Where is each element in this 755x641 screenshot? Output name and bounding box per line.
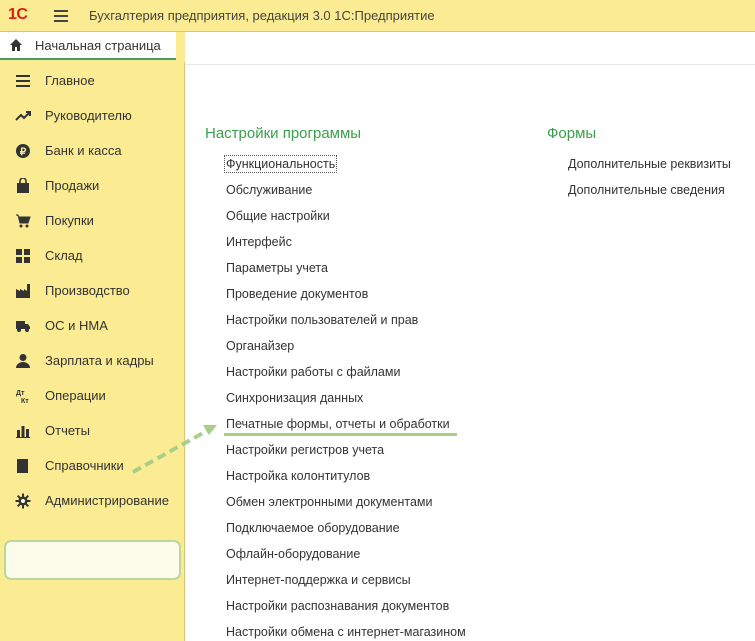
sidebar-item-6[interactable]: Производство <box>0 273 184 308</box>
sidebar-item-label: Главное <box>45 73 95 88</box>
list-icon <box>15 73 31 89</box>
sidebar-item-label: Администрирование <box>45 493 169 508</box>
sidebar-item-10[interactable]: Отчеты <box>0 413 184 448</box>
warehouse-icon <box>15 248 31 264</box>
settings-link[interactable]: Настройки работы с файлами <box>226 365 400 379</box>
settings-link[interactable]: Настройки распознавания документов <box>226 599 449 613</box>
bar-chart-icon <box>15 423 31 439</box>
sidebar-item-7[interactable]: ОС и НМА <box>0 308 184 343</box>
title-bar: 1С Бухгалтерия предприятия, редакция 3.0… <box>0 0 755 32</box>
sidebar-item-label: Отчеты <box>45 423 90 438</box>
settings-link[interactable]: Подключаемое оборудование <box>226 521 400 535</box>
book-icon <box>15 458 31 474</box>
home-icon <box>10 39 22 51</box>
svg-text:Дт: Дт <box>16 390 25 397</box>
settings-link[interactable]: Синхронизация данных <box>226 391 363 405</box>
sidebar-item-0[interactable]: Главное <box>0 63 184 98</box>
forms-link[interactable]: Дополнительные сведения <box>568 183 725 197</box>
trend-icon <box>15 108 31 124</box>
tab-home-page[interactable]: Начальная страница <box>0 32 176 60</box>
sidebar-item-3[interactable]: Продажи <box>0 168 184 203</box>
sidebar-item-label: ОС и НМА <box>45 318 108 333</box>
sidebar-item-label: Руководителю <box>45 108 132 123</box>
settings-link[interactable]: Обслуживание <box>226 183 312 197</box>
bag-icon <box>15 177 31 194</box>
settings-link[interactable]: Обмен электронными документами <box>226 495 432 509</box>
sidebar-item-label: Операции <box>45 388 106 403</box>
hamburger-icon-line <box>54 15 68 17</box>
sidebar-item-11[interactable]: Справочники <box>0 448 184 483</box>
debit-credit-icon: Дт Кт <box>15 388 31 404</box>
hamburger-icon-line <box>54 20 68 22</box>
settings-link[interactable]: Проведение документов <box>226 287 368 301</box>
gear-icon <box>15 493 31 509</box>
section-title-forms: Формы <box>547 125 597 142</box>
settings-link[interactable]: Настройки регистров учета <box>226 443 384 457</box>
factory-icon <box>15 283 31 299</box>
settings-link[interactable]: Функциональность <box>223 155 338 173</box>
sidebar-item-8[interactable]: Зарплата и кадры <box>0 343 184 378</box>
settings-link[interactable]: Общие настройки <box>226 209 330 223</box>
person-icon <box>15 353 31 369</box>
settings-link[interactable]: Настройка колонтитулов <box>226 469 370 483</box>
home-tab-label: Начальная страница <box>35 38 161 53</box>
settings-link[interactable]: Интерфейс <box>226 235 292 249</box>
settings-link[interactable]: Интернет-поддержка и сервисы <box>226 573 411 587</box>
settings-link[interactable]: Офлайн-оборудование <box>226 547 360 561</box>
sidebar: Главное Руководителю ₽ Банк и касса Продажи П… <box>0 62 185 641</box>
app-title: Бухгалтерия предприятия, редакция 3.0 1С… <box>89 8 435 23</box>
settings-link[interactable]: Настройки пользователей и прав <box>226 313 418 327</box>
truck-icon <box>15 318 31 334</box>
ruble-icon: ₽ <box>15 143 31 159</box>
sidebar-item-label: Продажи <box>45 178 100 193</box>
1c-logo[interactable]: 1С <box>8 4 46 26</box>
sidebar-item-label: Склад <box>45 248 83 263</box>
sidebar-item-9[interactable]: Дт Кт Операции <box>0 378 184 413</box>
logo-text: 1С <box>8 6 28 23</box>
settings-link[interactable]: Органайзер <box>226 339 294 353</box>
svg-text:₽: ₽ <box>20 147 27 158</box>
sidebar-item-2[interactable]: ₽ Банк и касса <box>0 133 184 168</box>
active-item-highlight <box>4 540 181 580</box>
sidebar-item-12[interactable]: Администрирование <box>0 483 184 518</box>
sidebar-item-4[interactable]: Покупки <box>0 203 184 238</box>
sidebar-item-1[interactable]: Руководителю <box>0 98 184 133</box>
main-menu-button[interactable] <box>53 7 69 23</box>
cart-icon <box>15 213 31 229</box>
sidebar-item-label: Банк и касса <box>45 143 122 158</box>
forms-link[interactable]: Дополнительные реквизиты <box>568 157 731 171</box>
svg-text:Кт: Кт <box>21 398 29 404</box>
settings-link[interactable]: Настройки обмена с интернет-магазином <box>226 625 466 639</box>
print-forms-highlight-underline <box>224 433 457 436</box>
main-header-area <box>185 32 755 65</box>
sidebar-item-label: Покупки <box>45 213 94 228</box>
sidebar-item-label: Зарплата и кадры <box>45 353 154 368</box>
section-title-settings: Настройки программы <box>205 125 362 142</box>
sidebar-item-label: Производство <box>45 283 130 298</box>
settings-link[interactable]: Печатные формы, отчеты и обработки <box>226 417 450 431</box>
hamburger-icon <box>54 10 68 12</box>
sidebar-item-label: Справочники <box>45 458 124 473</box>
settings-link[interactable]: Параметры учета <box>226 261 328 275</box>
sidebar-item-5[interactable]: Склад <box>0 238 184 273</box>
